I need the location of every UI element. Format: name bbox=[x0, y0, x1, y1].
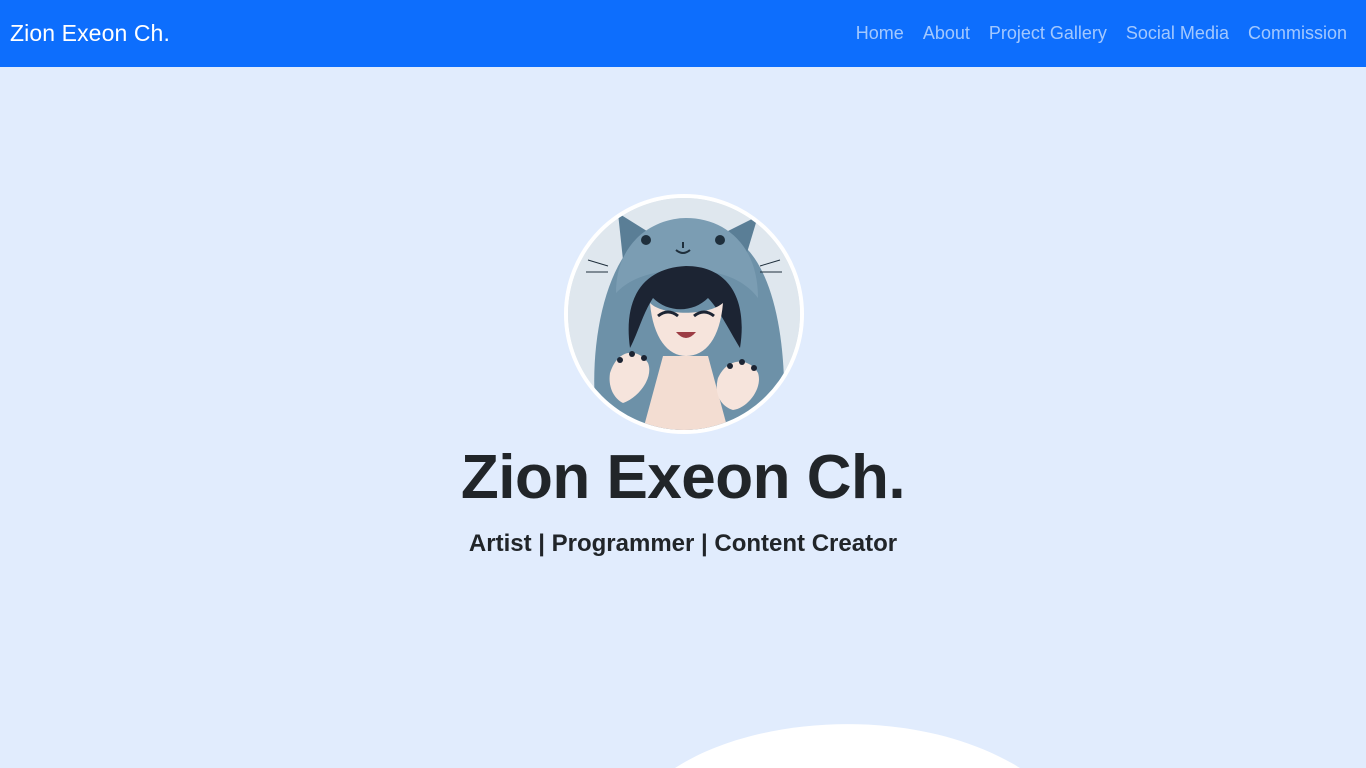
avatar-illustration-icon bbox=[568, 198, 800, 430]
hero-section: Zion Exeon Ch. Artist | Programmer | Con… bbox=[0, 67, 1366, 768]
navbar: Zion Exeon Ch. Home About Project Galler… bbox=[0, 0, 1366, 67]
nav-links: Home About Project Gallery Social Media … bbox=[846, 23, 1356, 44]
profile-avatar bbox=[564, 194, 804, 434]
nav-link-about[interactable]: About bbox=[913, 23, 979, 44]
hero-wave-divider bbox=[675, 724, 1020, 768]
hero-subtitle: Artist | Programmer | Content Creator bbox=[468, 530, 898, 557]
nav-link-commission[interactable]: Commission bbox=[1238, 23, 1347, 44]
nav-link-home[interactable]: Home bbox=[846, 23, 913, 44]
hero-title: Zion Exeon Ch. bbox=[460, 443, 906, 512]
brand-link[interactable]: Zion Exeon Ch. bbox=[10, 20, 170, 47]
nav-link-social-media[interactable]: Social Media bbox=[1116, 23, 1238, 44]
nav-link-project-gallery[interactable]: Project Gallery bbox=[979, 23, 1116, 44]
